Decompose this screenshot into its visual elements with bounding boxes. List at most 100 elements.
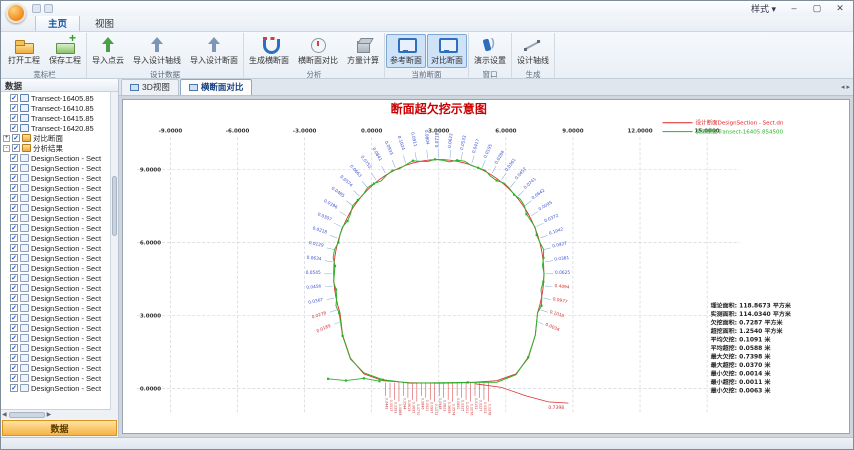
minimize-button[interactable]: – [783,2,805,15]
tree-checkbox[interactable]: ✓ [10,164,18,172]
tree-item[interactable]: ✓DesignSection - Sect [1,203,110,213]
tree-checkbox[interactable]: ✓ [10,364,18,372]
tree-checkbox[interactable]: ✓ [10,354,18,362]
tree-checkbox[interactable]: ✓ [10,154,18,162]
tree-checkbox[interactable]: ✓ [10,124,18,132]
ribbon-button[interactable]: 对比断面 [427,34,467,68]
tree-checkbox[interactable]: ✓ [10,174,18,182]
ribbon-tab-主页[interactable]: 主页 [35,14,80,31]
tree-item[interactable]: ✓DesignSection - Sect [1,223,110,233]
tree-item[interactable]: -✓分析结果 [1,143,110,153]
ribbon-button[interactable]: 横断面对比 [294,34,342,68]
tree-checkbox[interactable]: ✓ [10,334,18,342]
tree-item[interactable]: ✓DesignSection - Sect [1,213,110,223]
tree-expander-icon[interactable]: - [3,145,10,152]
tree-item[interactable]: ✓Transect-16415.85 [1,113,110,123]
doc-tab-横断面对比[interactable]: 横断面对比 [180,79,253,95]
svg-text:0.0307: 0.0307 [316,211,332,223]
tree-checkbox[interactable]: ✓ [10,314,18,322]
tree-checkbox[interactable]: ✓ [10,224,18,232]
sidebar-vertical-scrollbar[interactable] [110,92,118,410]
tree-item[interactable]: ✓Transect-16420.85 [1,123,110,133]
tree-checkbox[interactable]: ✓ [10,344,18,352]
tree-checkbox[interactable]: ✓ [10,304,18,312]
ribbon-tab-视图[interactable]: 视图 [82,14,127,31]
scrollbar-thumb[interactable] [9,412,45,418]
tree-item[interactable]: ✓DesignSection - Sect [1,173,110,183]
tree-checkbox[interactable]: ✓ [12,134,20,142]
tree-checkbox[interactable]: ✓ [10,114,18,122]
ribbon-button[interactable]: 导入点云 [88,34,128,68]
ribbon-button[interactable]: 打开工程 [4,34,44,68]
tree-checkbox[interactable]: ✓ [10,214,18,222]
svg-text:9.0000: 9.0000 [562,129,583,135]
ribbon-button[interactable]: 演示设置 [470,34,510,68]
tree-checkbox[interactable]: ✓ [10,274,18,282]
ribbon-button[interactable]: 方量计算 [343,34,383,68]
tree-item[interactable]: ✓DesignSection - Sect [1,283,110,293]
tree-checkbox[interactable]: ✓ [10,294,18,302]
tree-item[interactable]: ✓DesignSection - Sect [1,243,110,253]
ribbon-button[interactable]: 保存工程 [45,34,85,68]
maximize-button[interactable]: ▢ [806,2,828,15]
tree-checkbox[interactable]: ✓ [10,254,18,262]
tree-checkbox[interactable]: ✓ [10,204,18,212]
data-panel-tab[interactable]: 数据 [2,420,117,436]
app-logo-icon[interactable] [6,3,26,23]
tree-item[interactable]: ✓DesignSection - Sect [1,323,110,333]
tree-item[interactable]: ✓DesignSection - Sect [1,373,110,383]
tree-item-label: DesignSection - Sect [31,234,101,243]
tree-checkbox[interactable]: ✓ [10,384,18,392]
tree-checkbox[interactable]: ✓ [10,194,18,202]
tree-checkbox[interactable]: ✓ [10,264,18,272]
tree-item[interactable]: ✓DesignSection - Sect [1,363,110,373]
tree-item[interactable]: ✓DesignSection - Sect [1,343,110,353]
tree-item[interactable]: ✓DesignSection - Sect [1,273,110,283]
chart-canvas[interactable]: -9.0000-6.0000-3.00000.00003.00006.00009… [122,99,850,434]
quick-access-button[interactable] [32,4,41,13]
tree-item[interactable]: ✓DesignSection - Sect [1,153,110,163]
tree-checkbox[interactable]: ✓ [10,374,18,382]
quick-access-button[interactable] [44,4,53,13]
tree-checkbox[interactable]: ✓ [10,184,18,192]
style-menu[interactable]: 样式 ▾ [745,2,782,15]
tree-item[interactable]: ✓DesignSection - Sect [1,183,110,193]
tree-checkbox[interactable]: ✓ [10,324,18,332]
tree-checkbox[interactable]: ✓ [12,144,20,152]
tree-checkbox[interactable]: ✓ [10,104,18,112]
tree-checkbox[interactable]: ✓ [10,244,18,252]
tree-item[interactable]: ✓DesignSection - Sect [1,353,110,363]
ribbon-button[interactable]: 生成横断面 [245,34,293,68]
ribbon-button[interactable]: 设计轴线 [513,34,553,68]
doc-tab-3D视图[interactable]: 3D视图 [121,79,179,95]
tree-item[interactable]: ✓DesignSection - Sect [1,293,110,303]
ribbon-button[interactable]: 导入设计轴线 [129,34,185,68]
tree-item[interactable]: ✓DesignSection - Sect [1,313,110,323]
tree-item[interactable]: ✓Transect-16410.85 [1,103,110,113]
scroll-right-icon[interactable]: ▶ [47,411,52,418]
section-icon [20,334,29,342]
tree-item[interactable]: ✓DesignSection - Sect [1,333,110,343]
tree-item[interactable]: +✓对比断面 [1,133,110,143]
tree-item[interactable]: ✓DesignSection - Sect [1,163,110,173]
svg-text:0.0227: 0.0227 [478,400,482,412]
close-button[interactable]: ✕ [829,2,851,15]
tree-checkbox[interactable]: ✓ [10,284,18,292]
tree-item[interactable]: ✓ DesignSection - Sect [1,233,110,243]
scroll-left-icon[interactable]: ◀ [2,411,7,418]
tree-expander-icon[interactable]: + [3,135,10,142]
tree-item[interactable]: ✓DesignSection - Sect [1,253,110,263]
tree-item[interactable]: ✓DesignSection - Sect [1,383,110,393]
ribbon-button[interactable]: 参考断面 [386,34,426,68]
ribbon-button[interactable]: 导入设计断面 [186,34,242,68]
sidebar-horizontal-scrollbar[interactable]: ◀ ▶ [1,409,118,419]
scrollbar-thumb[interactable] [112,176,117,236]
tab-nav-arrows[interactable]: ◂ ▸ [841,83,850,91]
tree-item[interactable]: ✓DesignSection - Sect [1,263,110,273]
tree-checkbox[interactable]: ✓ [10,94,18,102]
tree-item[interactable]: ✓DesignSection - Sect [1,193,110,203]
folder-icon [22,144,31,152]
tree-item[interactable]: ✓DesignSection - Sect [1,303,110,313]
tree-item[interactable]: ✓Transect-16405.85 [1,93,110,103]
tree-checkbox[interactable]: ✓ [10,234,18,242]
